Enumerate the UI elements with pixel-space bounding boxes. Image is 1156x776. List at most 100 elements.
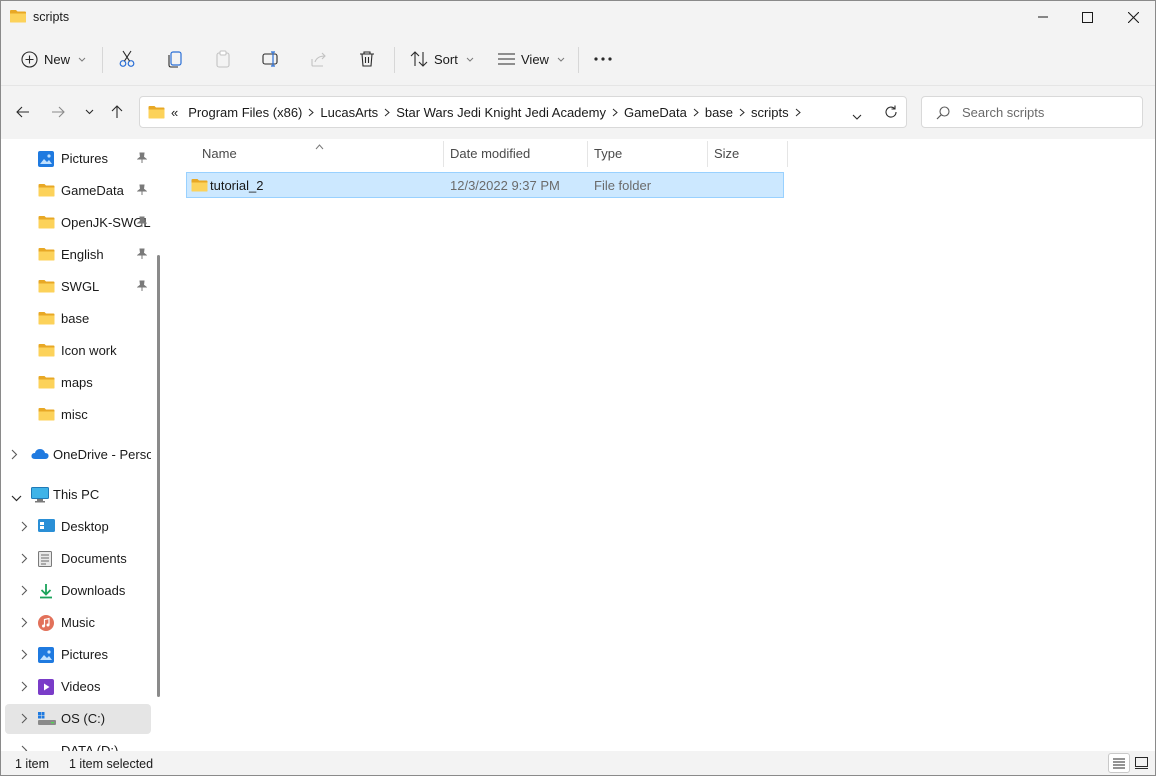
nav-item-music[interactable]: Music (5, 608, 151, 638)
desktop-icon (38, 519, 56, 535)
more-icon (594, 57, 612, 61)
nav-item-pictures-pc[interactable]: Pictures (5, 640, 151, 670)
details-view-icon (1113, 758, 1125, 768)
arrow-right-icon (52, 106, 65, 118)
videos-icon (38, 679, 56, 695)
nav-item-base[interactable]: base (5, 304, 151, 334)
chevron-right-icon[interactable] (21, 648, 28, 663)
column-divider[interactable] (707, 141, 708, 167)
chevron-right-icon[interactable] (21, 584, 28, 599)
navigation-pane[interactable]: Pictures GameData OpenJK-SWGL English SW (1, 139, 163, 751)
new-button[interactable]: New (21, 43, 86, 75)
tiles-view-icon (1134, 757, 1148, 769)
recent-locations-button[interactable] (75, 97, 103, 127)
close-button[interactable] (1110, 1, 1155, 33)
column-divider[interactable] (443, 141, 444, 167)
sort-button[interactable]: Sort (410, 43, 474, 75)
nav-item-gamedata[interactable]: GameData (5, 176, 151, 206)
breadcrumb-overflow[interactable]: « (171, 105, 182, 120)
back-button[interactable] (9, 97, 37, 127)
chevron-right-icon[interactable] (21, 712, 28, 727)
sort-ascending-icon (315, 139, 324, 153)
nav-item-os-c[interactable]: OS (C:) (5, 704, 151, 734)
nav-item-label: This PC (53, 487, 100, 502)
nav-item-english[interactable]: English (5, 240, 151, 270)
nav-item-desktop[interactable]: Desktop (5, 512, 151, 542)
chevron-right-icon[interactable] (21, 616, 28, 631)
title-bar[interactable]: scripts (1, 1, 1155, 33)
breadcrumb: « Program Files (x86) LucasArts Star War… (148, 97, 801, 127)
chevron-right-icon[interactable] (21, 744, 28, 751)
cut-button[interactable] (118, 43, 136, 75)
address-history-dropdown[interactable] (852, 109, 862, 123)
share-button[interactable] (310, 43, 328, 75)
chevron-right-icon[interactable] (21, 552, 28, 567)
sort-icon (410, 51, 428, 67)
nav-item-data-d[interactable]: DATA (D:) (5, 736, 151, 751)
nav-item-downloads[interactable]: Downloads (5, 576, 151, 606)
search-box[interactable]: Search scripts (921, 96, 1143, 128)
chevron-right-icon[interactable] (795, 108, 801, 117)
breadcrumb-gamedata[interactable]: GameData (618, 105, 693, 120)
trash-icon (360, 51, 374, 67)
music-icon (38, 615, 56, 631)
nav-item-swgl[interactable]: SWGL (5, 272, 151, 302)
column-header-size[interactable]: Size (714, 139, 739, 167)
view-list-icon (498, 53, 515, 65)
nav-item-openjk-swgl[interactable]: OpenJK-SWGL (5, 208, 151, 238)
nav-item-icon-work[interactable]: Icon work (5, 336, 151, 366)
breadcrumb-lucasarts[interactable]: LucasArts (314, 105, 384, 120)
nav-item-maps[interactable]: maps (5, 368, 151, 398)
minimize-icon (1038, 16, 1048, 18)
delete-button[interactable] (358, 43, 376, 75)
column-header-type[interactable]: Type (594, 139, 622, 167)
chevron-right-icon[interactable] (21, 520, 28, 535)
up-button[interactable] (103, 97, 131, 127)
column-divider[interactable] (587, 141, 588, 167)
minimize-button[interactable] (1020, 1, 1066, 33)
column-header-name[interactable]: Name (202, 139, 237, 167)
nav-item-label: Videos (61, 679, 101, 694)
search-input[interactable]: Search scripts (962, 105, 1044, 120)
column-header-date-modified[interactable]: Date modified (450, 139, 530, 167)
details-view-button[interactable] (1108, 753, 1130, 773)
refresh-button[interactable] (884, 105, 898, 122)
tiles-view-button[interactable] (1130, 753, 1152, 773)
breadcrumb-program-files[interactable]: Program Files (x86) (182, 105, 308, 120)
maximize-button[interactable] (1064, 1, 1110, 33)
file-list[interactable]: Name Date modified Type Size tutorial_2 … (171, 139, 1155, 751)
chevron-right-icon[interactable] (11, 448, 18, 463)
nav-item-label: Music (61, 615, 95, 630)
folder-icon (148, 105, 165, 119)
address-bar[interactable]: « Program Files (x86) LucasArts Star War… (139, 96, 907, 128)
nav-item-onedrive[interactable]: OneDrive - Personal (5, 440, 151, 470)
copy-button[interactable] (166, 43, 184, 75)
chevron-down-icon (78, 57, 86, 62)
breadcrumb-base[interactable]: base (699, 105, 739, 120)
chevron-down-icon[interactable] (11, 490, 22, 505)
file-row-tutorial-2[interactable]: tutorial_2 12/3/2022 9:37 PM File folder (186, 172, 784, 198)
breadcrumb-jedi-academy[interactable]: Star Wars Jedi Knight Jedi Academy (390, 105, 612, 120)
nav-scrollbar[interactable] (157, 255, 160, 697)
file-date-modified: 12/3/2022 9:37 PM (450, 178, 560, 193)
nav-item-videos[interactable]: Videos (5, 672, 151, 702)
rename-button[interactable] (262, 43, 280, 75)
downloads-icon (38, 583, 56, 599)
paste-button[interactable] (214, 43, 232, 75)
more-options-button[interactable] (594, 43, 612, 75)
nav-item-this-pc[interactable]: This PC (5, 480, 151, 510)
nav-item-pictures[interactable]: Pictures (5, 144, 151, 174)
forward-button[interactable] (44, 97, 72, 127)
divider (1, 85, 1155, 86)
breadcrumb-scripts[interactable]: scripts (745, 105, 795, 120)
nav-item-documents[interactable]: Documents (5, 544, 151, 574)
folder-icon (38, 375, 56, 391)
separator (578, 47, 579, 73)
nav-item-misc[interactable]: misc (5, 400, 151, 430)
view-button[interactable]: View (498, 43, 565, 75)
folder-icon (38, 407, 56, 423)
chevron-right-icon[interactable] (21, 680, 28, 695)
nav-item-label: Documents (61, 551, 127, 566)
column-divider[interactable] (787, 141, 788, 167)
sort-label: Sort (434, 51, 458, 67)
